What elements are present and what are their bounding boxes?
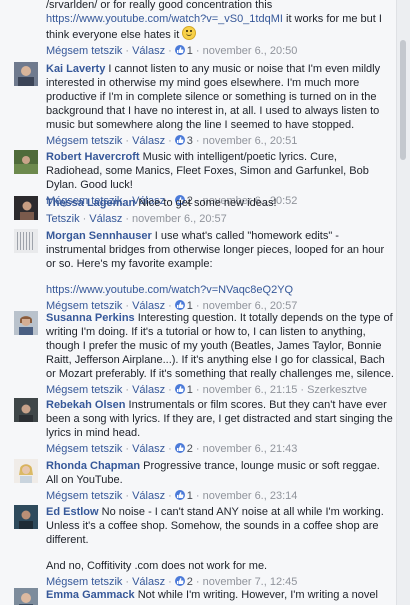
timestamp[interactable]: november 6., 21:43	[203, 443, 298, 455]
comment-text: /srvarlden/ or for really good concentra…	[46, 0, 394, 42]
comment-text: Rhonda Chapman Progressive trance, loung…	[46, 459, 394, 487]
comment-text: Kai Laverty I cannot listen to any music…	[46, 62, 394, 132]
comment-actions: Mégsem tetszik · Válasz · 1 · november 6., 21:…	[46, 384, 367, 396]
timestamp[interactable]: november 6., 20:50	[203, 45, 298, 57]
unlike-button[interactable]: Mégsem tetszik	[46, 135, 122, 147]
comment-actions: Mégsem tetszik · Válasz · 2 · november 7., 12:…	[46, 576, 298, 588]
timestamp[interactable]: november 6., 20:57	[132, 213, 227, 225]
like-thumb-icon	[174, 490, 185, 500]
comment-author[interactable]: Thessa Lageman	[46, 197, 135, 209]
edited-label[interactable]: Szerkesztve	[307, 384, 367, 396]
like-count[interactable]: 1	[187, 490, 193, 502]
like-thumb-icon	[174, 443, 185, 453]
timestamp[interactable]: november 6., 20:51	[203, 135, 298, 147]
unlike-button[interactable]: Mégsem tetszik	[46, 490, 122, 502]
comment-actions: Mégsem tetszik · Válasz · 1 · november 6., 20:…	[46, 45, 298, 57]
reply-button[interactable]: Válasz	[132, 490, 165, 502]
comment-author[interactable]: Ed Estlow	[46, 506, 99, 518]
like-count[interactable]: 1	[187, 384, 193, 396]
avatar[interactable]	[14, 459, 38, 483]
comment-text: Rebekah Olsen Instrumentals or film scor…	[46, 398, 394, 440]
comment-text: Thessa Lageman Nice to get some new idea…	[46, 196, 394, 210]
comment-text: Robert Havercroft Music with intelligent…	[46, 150, 394, 192]
comment-text-second: And no, Coffitivity .com does not work f…	[46, 560, 268, 572]
comment-author[interactable]: Robert Havercroft	[46, 151, 140, 163]
unlike-button[interactable]: Mégsem tetszik	[46, 576, 122, 588]
reply-button[interactable]: Válasz	[132, 45, 165, 57]
comment-actions: Tetszik · Válasz · november 6., 20:57	[46, 213, 227, 225]
scrollbar[interactable]	[396, 0, 410, 605]
comment-actions: Mégsem tetszik · Válasz · 3 · november 6., 20:…	[46, 135, 298, 147]
comment-text: Emma Gammack Not while I'm writing. Howe…	[46, 588, 394, 602]
comment-text: Ed Estlow No noise - I can't stand ANY n…	[46, 505, 394, 547]
avatar[interactable]	[14, 229, 38, 253]
like-thumb-icon	[174, 300, 185, 310]
comment-author[interactable]: Susanna Perkins	[46, 312, 135, 324]
like-thumb-icon	[174, 45, 185, 55]
unlike-button[interactable]: Mégsem tetszik	[46, 45, 122, 57]
comment-text-start: /srvarlden/ or for really good concentra…	[46, 0, 273, 11]
avatar[interactable]	[14, 588, 38, 605]
comment-body: Nice to get some new ideas!	[135, 197, 277, 209]
unlike-button[interactable]: Mégsem tetszik	[46, 384, 122, 396]
comment-author[interactable]: Morgan Sennhauser	[46, 230, 152, 242]
comment-text: Morgan Sennhauser I use what's called "h…	[46, 229, 394, 271]
timestamp[interactable]: november 6., 23:14	[203, 490, 298, 502]
comment-author[interactable]: Kai Laverty	[46, 63, 105, 75]
like-thumb-icon	[174, 384, 185, 394]
comment-feed: /srvarlden/ or for really good concentra…	[0, 0, 397, 605]
comment-link-line: https://www.youtube.com/watch?v=NVaqc8eQ…	[46, 283, 394, 297]
comment-author[interactable]: Emma Gammack	[46, 589, 135, 601]
like-button[interactable]: Tetszik	[46, 213, 80, 225]
avatar[interactable]	[14, 398, 38, 422]
avatar[interactable]	[14, 311, 38, 335]
like-count[interactable]: 1	[187, 45, 193, 57]
reply-button[interactable]: Válasz	[132, 135, 165, 147]
comment-text: Susanna Perkins Interesting question. It…	[46, 311, 394, 381]
unlike-button[interactable]: Mégsem tetszik	[46, 443, 122, 455]
avatar[interactable]	[14, 505, 38, 529]
reply-button[interactable]: Válasz	[132, 576, 165, 588]
youtube-link[interactable]: https://www.youtube.com/watch?v=NVaqc8eQ…	[46, 284, 293, 296]
smile-emoji-icon	[182, 26, 197, 40]
like-count[interactable]: 2	[187, 576, 193, 588]
avatar[interactable]	[14, 62, 38, 86]
like-thumb-icon	[174, 576, 185, 586]
comment-author[interactable]: Rebekah Olsen	[46, 399, 125, 411]
like-thumb-icon	[174, 135, 185, 145]
like-count[interactable]: 2	[187, 443, 193, 455]
like-count[interactable]: 3	[187, 135, 193, 147]
reply-button[interactable]: Válasz	[89, 213, 122, 225]
comment-actions: Mégsem tetszik · Válasz · 1 · november 6., 23:…	[46, 490, 298, 502]
comment-author[interactable]: Rhonda Chapman	[46, 460, 140, 472]
scrollbar-thumb[interactable]	[400, 40, 406, 160]
timestamp[interactable]: november 6., 21:15	[203, 384, 298, 396]
comment-body: Not while I'm writing. However, I'm writ…	[134, 589, 378, 601]
reply-button[interactable]: Válasz	[132, 384, 165, 396]
avatar[interactable]	[14, 150, 38, 174]
youtube-link[interactable]: https://www.youtube.com/watch?v=_vS0_1td…	[46, 13, 283, 25]
reply-button[interactable]: Válasz	[132, 443, 165, 455]
comment-actions: Mégsem tetszik · Válasz · 2 · november 6., 21:…	[46, 443, 298, 455]
avatar[interactable]	[14, 196, 38, 220]
timestamp[interactable]: november 7., 12:45	[203, 576, 298, 588]
